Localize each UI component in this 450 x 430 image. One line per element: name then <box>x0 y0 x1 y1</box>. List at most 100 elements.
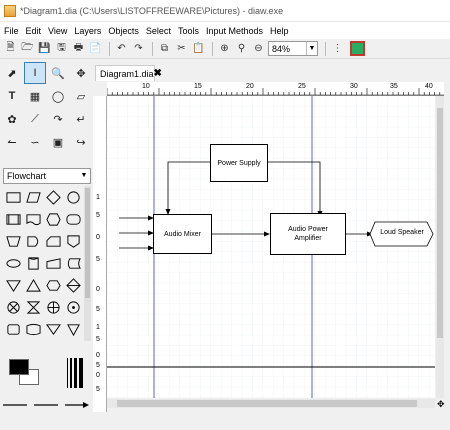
tab-diagram1[interactable]: Diagram1.dia ✖ <box>95 65 162 81</box>
foreground-color-swatch[interactable] <box>9 359 29 375</box>
open-folder-icon[interactable]: 🗁 <box>20 41 35 56</box>
paper-tape-shape-icon[interactable] <box>3 318 23 340</box>
close-icon[interactable]: ✖ <box>154 68 162 79</box>
outline-tool-icon[interactable]: ↪ <box>70 131 92 153</box>
storage-shape-icon[interactable] <box>23 252 43 274</box>
decision-shape-icon[interactable] <box>43 186 63 208</box>
rounded-box-shape-icon[interactable] <box>63 208 83 230</box>
polyline-tool-icon[interactable]: ↼ <box>1 131 23 153</box>
menu-objects[interactable]: Objects <box>108 26 139 36</box>
diagram-canvas[interactable]: Power Supply Audio Mixer Audio Power Amp… <box>107 96 435 398</box>
zoom-in-icon[interactable]: ⊕ <box>217 41 232 56</box>
audio-power-amplifier-node[interactable]: Audio Power Amplifier <box>270 213 346 255</box>
menu-view[interactable]: View <box>48 26 67 36</box>
navigation-move-icon[interactable]: ✥ <box>437 399 445 410</box>
trapezoid-shape-icon[interactable] <box>3 230 23 252</box>
horizontal-scrollbar-thumb[interactable] <box>117 400 417 407</box>
end-arrow-style-icon[interactable] <box>64 400 90 410</box>
print-icon[interactable]: 🖶 <box>71 41 86 56</box>
hexagon-shape-icon[interactable] <box>43 208 63 230</box>
chevron-down-icon: ▼ <box>80 172 88 179</box>
menu-help[interactable]: Help <box>270 26 289 36</box>
stored-data-shape-icon[interactable] <box>63 252 83 274</box>
zoom-select[interactable]: 84% ▼ <box>268 41 318 56</box>
menu-input-methods[interactable]: Input Methods <box>206 26 263 36</box>
zoom-fit-icon[interactable]: ⚲ <box>234 41 249 56</box>
menu-edit[interactable]: Edit <box>26 26 42 36</box>
audio-mixer-label: Audio Mixer <box>164 230 201 238</box>
save-as-icon[interactable]: 🖫 <box>54 41 69 56</box>
shapes-scrollbar[interactable] <box>84 186 91 341</box>
ellipse-tool-icon[interactable]: ◯ <box>47 85 69 107</box>
document-tabs: Diagram1.dia ✖ <box>93 62 450 81</box>
sheet-select[interactable]: Flowchart ▼ <box>3 168 91 184</box>
new-file-icon[interactable]: 🗎 <box>3 41 18 56</box>
snap-to-grid-icon[interactable] <box>350 41 365 56</box>
extract-shape-icon[interactable] <box>23 274 43 296</box>
audio-mixer-node[interactable]: Audio Mixer <box>153 214 212 254</box>
undo-icon[interactable]: ↶ <box>114 41 129 56</box>
offpage-shape-icon[interactable] <box>63 230 83 252</box>
line-tool-icon[interactable]: ⟋ <box>24 108 46 130</box>
polygon-tool-icon[interactable]: ▱ <box>70 85 92 107</box>
sort-shape-icon[interactable] <box>63 274 83 296</box>
delay-shape-icon[interactable] <box>23 230 43 252</box>
canvas-vertical-scrollbar[interactable] <box>436 96 444 398</box>
cut-icon[interactable]: ✂ <box>174 41 189 56</box>
predefined-process-shape-icon[interactable] <box>3 208 23 230</box>
flowchart-shapes <box>3 186 83 341</box>
image-tool-icon[interactable]: ▣ <box>47 131 69 153</box>
manual-input-shape-icon[interactable] <box>43 252 63 274</box>
ruler-label: 0 <box>96 352 100 359</box>
punched-card-shape-icon[interactable] <box>23 318 43 340</box>
grid-toggle-icon[interactable]: ⋮ <box>330 41 345 56</box>
zigzag-tool-icon[interactable]: ↵ <box>70 108 92 130</box>
power-supply-node[interactable]: Power Supply <box>210 144 268 182</box>
terminal-shape-icon[interactable] <box>63 186 83 208</box>
zoom-out-icon[interactable]: ⊖ <box>251 41 266 56</box>
menu-bar: File Edit View Layers Objects Select Too… <box>0 22 450 39</box>
preparation-shape-icon[interactable] <box>43 274 63 296</box>
audio-power-amplifier-label-line1: Audio Power <box>288 226 328 233</box>
vertical-scrollbar-thumb[interactable] <box>437 108 443 338</box>
box-tool-icon[interactable]: ▦ <box>24 85 46 107</box>
export-icon[interactable]: 📄 <box>88 41 103 56</box>
canvas-horizontal-scrollbar[interactable] <box>107 399 435 408</box>
beziergon-tool-icon[interactable]: ✿ <box>1 108 23 130</box>
text-edit-tool-icon[interactable]: I <box>24 62 46 84</box>
menu-layers[interactable]: Layers <box>74 26 101 36</box>
connector-shape-icon[interactable] <box>63 296 83 318</box>
data-shape-icon[interactable] <box>23 186 43 208</box>
card-shape-icon[interactable] <box>43 230 63 252</box>
ruler-label: 5 <box>96 306 100 313</box>
or-shape-icon[interactable] <box>43 296 63 318</box>
line-width-selector[interactable] <box>67 358 85 388</box>
document-shape-icon[interactable] <box>23 208 43 230</box>
summing-junction-shape-icon[interactable] <box>3 296 23 318</box>
menu-tools[interactable]: Tools <box>178 26 199 36</box>
line-style-icon[interactable] <box>33 400 59 410</box>
copy-icon[interactable]: ⧉ <box>157 41 172 56</box>
title-bar: *Diagram1.dia (C:\Users\LISTOFFREEWARE\P… <box>0 0 450 22</box>
ellipse-shape-icon[interactable] <box>3 252 23 274</box>
magnify-tool-icon[interactable]: 🔍 <box>47 62 69 84</box>
menu-file[interactable]: File <box>4 26 19 36</box>
arc-tool-icon[interactable]: ↷ <box>47 108 69 130</box>
redo-icon[interactable]: ↷ <box>131 41 146 56</box>
save-icon[interactable]: 💾 <box>37 41 52 56</box>
shapes-scrollbar-thumb[interactable] <box>85 188 90 298</box>
display-shape-icon[interactable] <box>43 318 63 340</box>
collate-shape-icon[interactable] <box>23 296 43 318</box>
merge-shape-icon[interactable] <box>3 274 23 296</box>
text-tool-icon[interactable]: T <box>1 85 23 107</box>
start-arrow-style-icon[interactable] <box>2 400 28 410</box>
move-tool-icon[interactable]: ✥ <box>70 62 92 84</box>
toolbar-separator <box>152 41 153 56</box>
toolbar-separator <box>109 41 110 56</box>
bezier-tool-icon[interactable]: ∽ <box>24 131 46 153</box>
paste-icon[interactable]: 📋 <box>191 41 206 56</box>
pointer-tool-icon[interactable]: ⬈ <box>1 62 23 84</box>
process-shape-icon[interactable] <box>3 186 23 208</box>
menu-select[interactable]: Select <box>146 26 171 36</box>
triangle-shape-icon[interactable] <box>63 318 83 340</box>
